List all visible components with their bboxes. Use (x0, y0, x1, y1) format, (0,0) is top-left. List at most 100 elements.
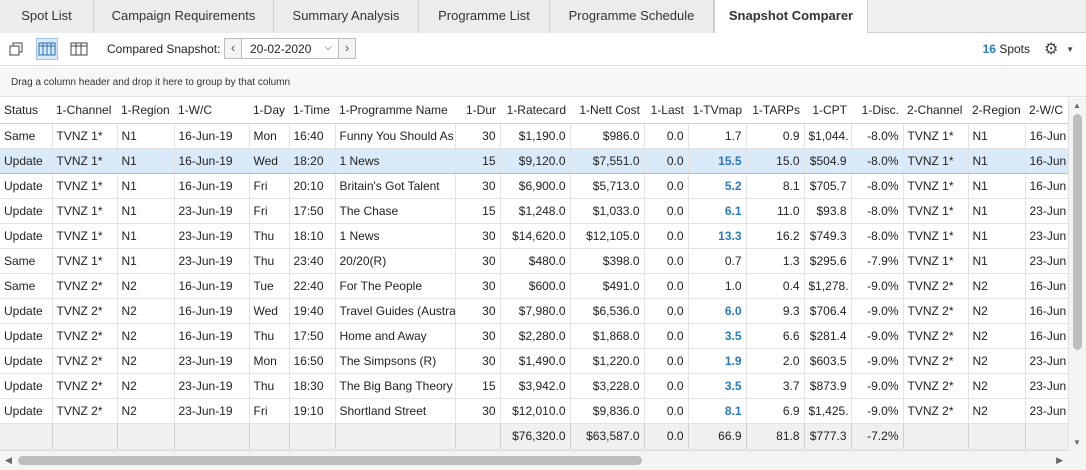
table-cell[interactable]: TVNZ 2* (52, 323, 118, 349)
table-cell[interactable]: TVNZ 2* (52, 273, 118, 299)
table-cell[interactable]: 30 (455, 123, 501, 149)
table-cell[interactable]: $6,536.0 (570, 298, 645, 324)
column-header[interactable]: 2-Region (968, 98, 1025, 124)
table-cell[interactable]: TVNZ 2* (903, 373, 969, 399)
table-cell[interactable]: $706.4 (804, 298, 852, 324)
table-cell[interactable]: 16-Jun (1025, 147, 1068, 174)
table-cell[interactable]: 1.7 (688, 123, 747, 149)
table-cell[interactable]: $1,490.0 (500, 348, 571, 374)
table-cell[interactable]: N1 (968, 198, 1026, 224)
table-cell[interactable]: N2 (117, 273, 175, 299)
table-cell[interactable]: 0.0 (644, 298, 689, 324)
table-cell[interactable]: -9.0% (851, 348, 904, 374)
table-cell[interactable]: 19:40 (289, 298, 336, 324)
table-cell[interactable]: 16-Jun-19 (174, 298, 250, 324)
table-cell[interactable]: N2 (117, 348, 175, 374)
table-cell[interactable]: TVNZ 2* (52, 298, 118, 324)
table-cell[interactable]: $600.0 (500, 273, 571, 299)
table-cell[interactable]: The Big Bang Theory (335, 373, 456, 399)
table-cell[interactable]: N2 (117, 323, 175, 349)
table-cell[interactable]: Shortland Street (335, 398, 456, 424)
column-header[interactable]: 1-Channel (52, 98, 117, 124)
table-cell[interactable]: 15.0 (746, 147, 805, 174)
table-cell[interactable]: $398.0 (570, 248, 645, 274)
table-cell[interactable]: 23-Jun (1025, 348, 1068, 374)
table-cell[interactable]: 0.0 (644, 373, 689, 399)
table-cell[interactable]: -8.0% (851, 147, 904, 174)
table-cell[interactable]: $986.0 (570, 123, 645, 149)
table-cell[interactable]: 23-Jun (1025, 248, 1068, 274)
table-cell[interactable]: TVNZ 2* (903, 323, 969, 349)
table-cell[interactable]: Tue (249, 273, 290, 299)
column-header[interactable]: 1-Ratecard (500, 98, 570, 124)
table-cell[interactable]: For The People (335, 273, 456, 299)
table-cell[interactable]: 23-Jun-19 (174, 398, 250, 424)
table-row[interactable]: Update TVNZ 1* N1 23-Jun-19 Thu 18:10 1 News 30… (0, 223, 1068, 249)
table-cell[interactable]: 15 (455, 198, 501, 224)
scroll-left-icon[interactable]: ◀ (5, 455, 12, 466)
table-cell[interactable]: TVNZ 1* (903, 147, 969, 174)
tab-programme-schedule[interactable]: Programme Schedule (550, 0, 714, 33)
table-cell[interactable]: 1.9 (688, 348, 747, 374)
table-cell[interactable]: N2 (968, 373, 1026, 399)
table-cell[interactable]: $873.9 (804, 373, 852, 399)
table-cell[interactable]: TVNZ 2* (903, 398, 969, 424)
table-cell[interactable]: -9.0% (851, 323, 904, 349)
table-row[interactable]: Update TVNZ 1* N1 16-Jun-19 Wed 18:20 1 News 15… (0, 147, 1068, 174)
column-header[interactable]: Status (0, 98, 52, 124)
table-cell[interactable]: TVNZ 1* (52, 198, 118, 224)
table-cell[interactable]: N2 (968, 298, 1026, 324)
table-cell[interactable]: 6.9 (746, 398, 805, 424)
column-header[interactable]: 1-TVmap (688, 98, 746, 124)
table-cell[interactable]: Fri (249, 398, 290, 424)
table-cell[interactable]: 16-Jun (1025, 173, 1068, 199)
table-cell[interactable]: $3,942.0 (500, 373, 571, 399)
tab-summary-analysis[interactable]: Summary Analysis (274, 0, 419, 33)
table-cell[interactable]: 1 News (335, 223, 456, 249)
table-cell[interactable]: -8.0% (851, 198, 904, 224)
table-cell[interactable]: $1,033.0 (570, 198, 645, 224)
table-cell[interactable]: $1,425. (804, 398, 852, 424)
table-cell[interactable]: 30 (455, 298, 501, 324)
table-cell[interactable]: N2 (117, 398, 175, 424)
table-cell[interactable]: N1 (117, 248, 175, 274)
table-cell[interactable]: $14,620.0 (500, 223, 571, 249)
table-cell[interactable]: N1 (117, 147, 175, 174)
table-row[interactable]: Update TVNZ 2* N2 16-Jun-19 Thu 17:50 Home and… (0, 323, 1068, 349)
tab-programme-list[interactable]: Programme List (419, 0, 550, 33)
table-cell[interactable]: $3,228.0 (570, 373, 645, 399)
table-cell[interactable]: $491.0 (570, 273, 645, 299)
table-cell[interactable]: TVNZ 2* (52, 398, 118, 424)
table-cell[interactable]: N2 (968, 398, 1026, 424)
table-cell[interactable]: Travel Guides (Austra (335, 298, 456, 324)
table-cell[interactable]: 23-Jun-19 (174, 248, 250, 274)
table-cell[interactable]: $7,980.0 (500, 298, 571, 324)
table-cell[interactable]: 20:10 (289, 173, 336, 199)
copy-icon[interactable] (5, 38, 27, 60)
table-cell[interactable]: Thu (249, 373, 290, 399)
table-cell[interactable]: Update (0, 373, 53, 399)
table-cell[interactable]: 16-Jun-19 (174, 273, 250, 299)
table-cell[interactable]: 23-Jun (1025, 398, 1068, 424)
table-cell[interactable]: 1 News (335, 147, 456, 174)
next-snapshot-button[interactable]: › (338, 38, 356, 59)
table-cell[interactable]: Thu (249, 323, 290, 349)
table-cell[interactable]: 9.3 (746, 298, 805, 324)
table-cell[interactable]: -8.0% (851, 223, 904, 249)
table-cell[interactable]: 23:40 (289, 248, 336, 274)
table-cell[interactable]: Wed (249, 298, 290, 324)
table-cell[interactable]: 11.0 (746, 198, 805, 224)
table-cell[interactable]: $1,220.0 (570, 348, 645, 374)
table-cell[interactable]: Update (0, 198, 53, 224)
table-cell[interactable]: 23-Jun (1025, 373, 1068, 399)
table-cell[interactable]: -9.0% (851, 373, 904, 399)
table-cell[interactable]: 0.0 (644, 198, 689, 224)
table-cell[interactable]: 0.9 (746, 123, 805, 149)
table-cell[interactable]: -7.9% (851, 248, 904, 274)
table-row[interactable]: Update TVNZ 2* N2 23-Jun-19 Fri 19:10 Shortlan… (0, 398, 1068, 424)
table-cell[interactable]: N2 (968, 273, 1026, 299)
table-cell[interactable]: $5,713.0 (570, 173, 645, 199)
settings-button[interactable]: ⚙ ▼ (1044, 39, 1076, 59)
table-cell[interactable]: $12,010.0 (500, 398, 571, 424)
column-header[interactable]: 1-Time (289, 98, 335, 124)
